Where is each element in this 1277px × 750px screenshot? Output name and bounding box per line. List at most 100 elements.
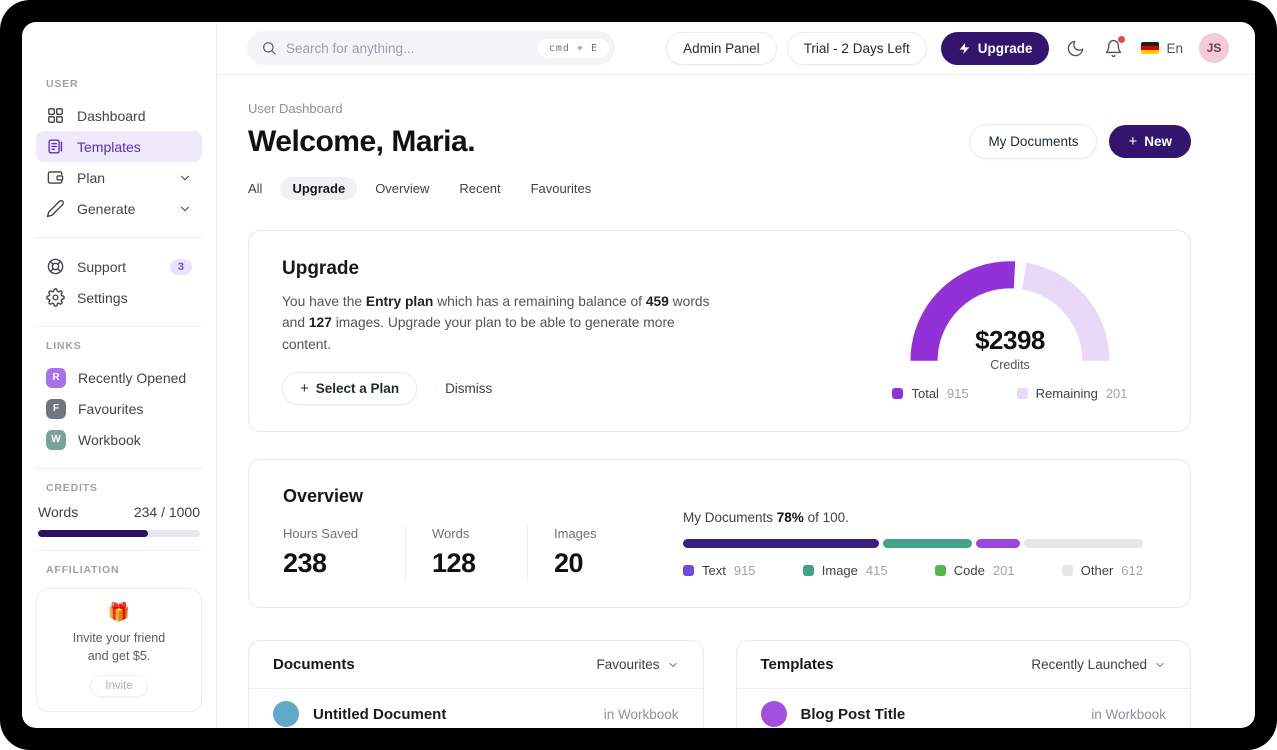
sidebar-link-label: Recently Opened <box>78 369 187 386</box>
templates-card: Templates Recently Launched Blog Post Ti… <box>735 640 1191 728</box>
topbar: cmd + E Admin Panel Trial - 2 Days Left … <box>217 22 1255 75</box>
sidebar-item-label: Plan <box>77 169 106 186</box>
trial-status-button[interactable]: Trial - 2 Days Left <box>786 31 927 65</box>
sidebar-item-label: Dashboard <box>77 107 146 124</box>
upgrade-card: Upgrade You have the Entry plan which ha… <box>248 230 1191 433</box>
chevron-down-icon <box>181 206 189 211</box>
sidebar-item-plan[interactable]: Plan <box>36 162 202 193</box>
legend-swatch <box>683 565 694 577</box>
link-initial-badge: R <box>46 367 66 388</box>
template-name: Blog Post Title <box>800 705 906 723</box>
notifications-button[interactable] <box>1104 35 1126 58</box>
upgrade-button[interactable]: Upgrade <box>940 31 1050 65</box>
search-input[interactable] <box>286 40 529 56</box>
gauge-center-label: Credits <box>990 358 1030 372</box>
dismiss-button[interactable]: Dismiss <box>445 381 492 396</box>
progress-caption: My Documents 78% of 100. <box>683 510 849 526</box>
my-documents-button[interactable]: My Documents <box>969 124 1098 159</box>
stat-images: Images 20 <box>527 526 623 580</box>
support-badge: 3 <box>169 258 192 275</box>
search-bar[interactable]: cmd + E <box>247 31 615 65</box>
gauge-legend: Total 915 Remaining 201 <box>892 386 1128 401</box>
sidebar-divider <box>36 237 202 238</box>
credits-words-label: Words <box>38 504 79 520</box>
select-plan-button[interactable]: + Select a Plan <box>282 372 418 406</box>
sidebar-item-settings[interactable]: Settings <box>36 282 202 313</box>
device-frame: USER Dashboard Templates Plan Generate S… <box>0 0 1277 750</box>
document-row[interactable]: Untitled Document in Workbook <box>249 689 703 728</box>
sidebar-divider <box>36 550 202 551</box>
upgrade-card-title: Upgrade <box>282 258 360 279</box>
search-shortcut: cmd + E <box>537 38 609 58</box>
progress-legend: Text 915 Image 415 Code 201 Other 612 <box>683 563 1143 578</box>
bar-segment-code <box>976 539 1020 549</box>
sidebar-section-user: USER <box>46 78 79 90</box>
tab-upgrade[interactable]: Upgrade <box>280 177 358 200</box>
affiliation-card: 🎁 Invite your friend and get $5. Invite <box>36 588 202 713</box>
moon-icon <box>1068 40 1084 56</box>
app-window: USER Dashboard Templates Plan Generate S… <box>22 22 1255 728</box>
invite-button[interactable]: Invite <box>90 675 148 698</box>
credits-progress-track <box>38 530 200 537</box>
sidebar-item-templates[interactable]: Templates <box>36 131 202 162</box>
documents-card-title: Documents <box>273 656 355 674</box>
gift-icon: 🎁 <box>107 602 131 622</box>
documents-filter-dropdown[interactable]: Favourites <box>596 657 678 672</box>
template-location: in Workbook <box>1091 706 1166 722</box>
new-button[interactable]: + New <box>1109 125 1191 158</box>
sidebar-item-generate[interactable]: Generate <box>36 193 202 224</box>
documents-progress: My Documents 78% of 100. Text 915 Image … <box>683 510 1143 579</box>
affiliation-text-line2: and get $5. <box>87 649 151 664</box>
tab-recent[interactable]: Recent <box>459 181 500 196</box>
legend-swatch <box>802 565 814 577</box>
overview-card: Overview Hours Saved 238 Words 128 Image… <box>248 459 1191 609</box>
legend-swatch <box>1061 565 1073 577</box>
bar-segment-image <box>883 539 973 549</box>
sidebar-item-label: Settings <box>77 289 128 306</box>
affiliation-text-line1: Invite your friend <box>72 631 166 645</box>
dashboard-grid-icon <box>48 108 63 123</box>
sidebar-item-support[interactable]: Support 3 <box>36 251 202 282</box>
tab-favourites[interactable]: Favourites <box>531 181 592 196</box>
sidebar-link-recently-opened[interactable]: R Recently Opened <box>36 362 202 393</box>
admin-panel-button[interactable]: Admin Panel <box>666 31 777 65</box>
sidebar-item-label: Support <box>77 258 127 275</box>
stat-hours-saved: Hours Saved 238 <box>283 526 359 579</box>
breadcrumb: User Dashboard <box>248 101 343 116</box>
legend-item-remaining: Remaining 201 <box>1016 386 1128 401</box>
sidebar-link-favourites[interactable]: F Favourites <box>36 393 202 424</box>
legend-item-image: Image 415 <box>802 563 888 578</box>
sidebar-item-label: Generate <box>77 200 136 217</box>
sidebar: USER Dashboard Templates Plan Generate S… <box>22 22 217 728</box>
page-title: Welcome, Maria. <box>248 124 476 158</box>
link-initial-badge: W <box>46 429 66 450</box>
link-initial-badge: F <box>46 398 66 419</box>
tab-all[interactable]: All <box>248 181 262 196</box>
settings-gear-icon <box>46 288 65 307</box>
sidebar-link-workbook[interactable]: W Workbook <box>36 424 202 455</box>
tab-overview[interactable]: Overview <box>375 181 429 196</box>
upgrade-card-body: You have the Entry plan which has a rema… <box>282 294 710 352</box>
credits-words-value: 234 / 1000 <box>133 504 200 520</box>
legend-item-text: Text 915 <box>683 563 756 578</box>
support-lifebuoy-icon <box>47 258 64 275</box>
sidebar-section-affiliation: AFFILIATION <box>46 564 120 576</box>
template-row[interactable]: Blog Post Title in Workbook <box>737 689 1191 728</box>
stat-words: Words 128 <box>405 526 501 580</box>
user-avatar[interactable]: JS <box>1199 33 1229 63</box>
templates-icon <box>48 139 63 154</box>
sidebar-divider <box>36 468 202 469</box>
generate-pencil-icon <box>46 200 64 218</box>
dark-mode-toggle[interactable] <box>1066 39 1085 58</box>
templates-filter-dropdown[interactable]: Recently Launched <box>1031 657 1166 672</box>
credits-gauge: $2398 Credits Total 915 Remaining 201 <box>890 258 1130 405</box>
stacked-progress-bar <box>683 539 1143 549</box>
legend-item-other: Other 612 <box>1061 563 1143 578</box>
sidebar-item-dashboard[interactable]: Dashboard <box>36 100 202 131</box>
language-selector[interactable]: En <box>1141 41 1183 56</box>
german-flag-icon <box>1141 42 1160 54</box>
lightning-bolt-icon <box>959 42 970 54</box>
legend-swatch <box>934 565 946 577</box>
sidebar-link-label: Favourites <box>78 400 144 417</box>
chevron-down-icon <box>669 662 676 667</box>
